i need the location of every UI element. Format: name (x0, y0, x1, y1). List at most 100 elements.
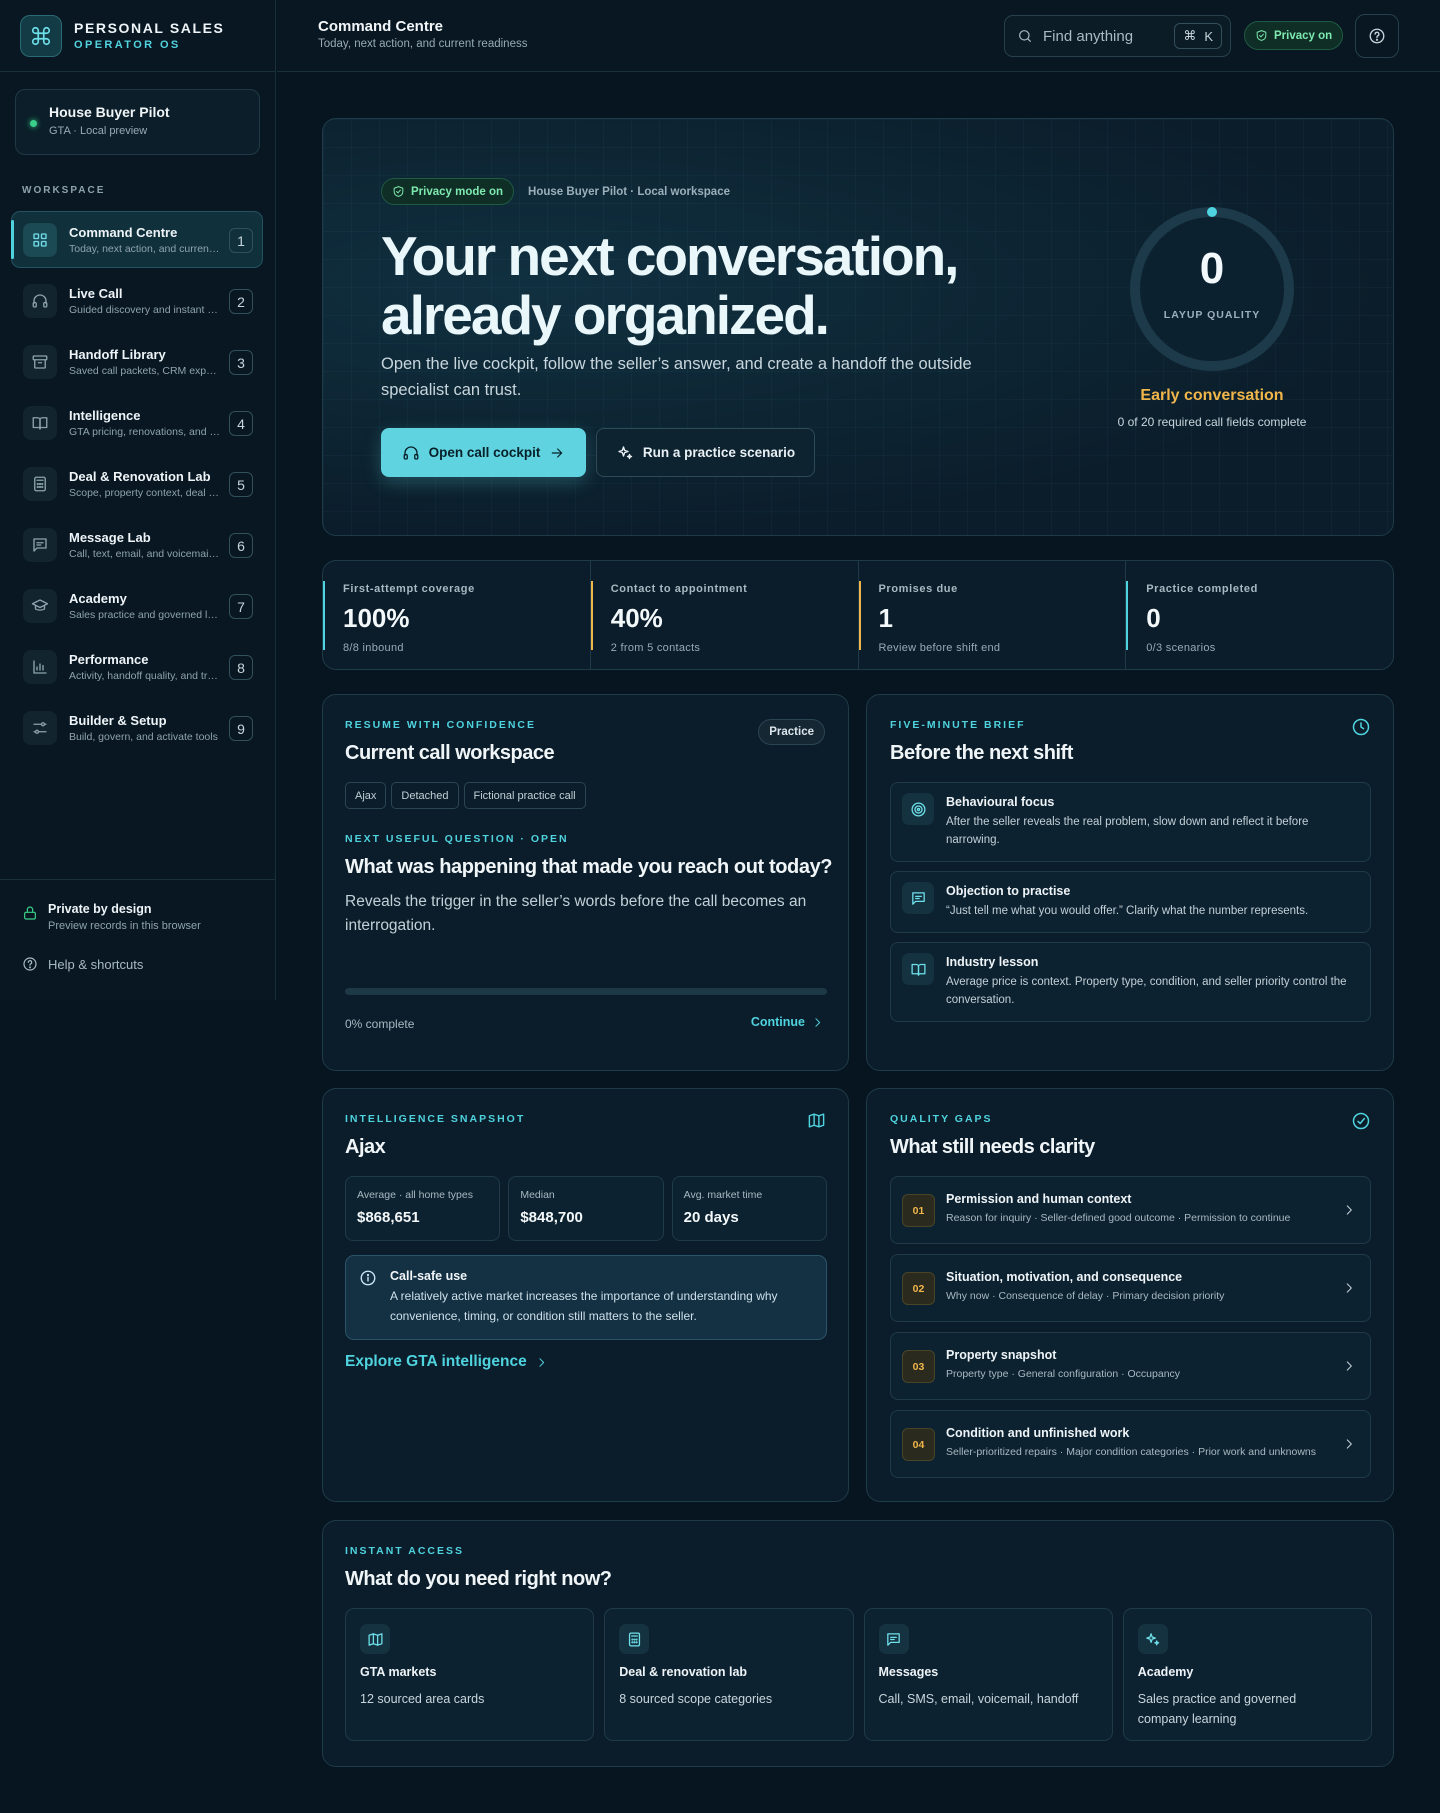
sidebar-item-description: Today, next action, and current readines… (69, 242, 221, 255)
privacy-subtitle: Preview records in this browser (48, 920, 201, 932)
help-shortcuts-link[interactable]: Help & shortcuts (22, 956, 276, 972)
call-tags: Ajax Detached Fictional practice call (345, 782, 848, 809)
stat-subtext: 8/8 inbound (343, 642, 404, 654)
privacy-toggle[interactable]: Privacy on (1244, 21, 1344, 50)
sidebar-item-description: Call, text, email, and voicemail scripts (69, 547, 221, 560)
brief-item: Behavioural focus After the seller reveal… (890, 782, 1371, 862)
lock-icon (22, 905, 38, 921)
access-tile-gta-markets[interactable]: GTA markets 12 sourced area cards (345, 1608, 595, 1741)
sidebar-item-handoff-library[interactable]: Handoff Library Saved call packets, CRM e… (11, 333, 263, 390)
open-call-cockpit-label: Open call cockpit (428, 445, 541, 460)
chevron-right-icon (1342, 1281, 1356, 1295)
shortcut-key-badge: 1 (229, 228, 253, 253)
archive-icon (23, 344, 57, 379)
quality-gap-item[interactable]: 02 Situation, motivation, and consequence… (890, 1254, 1371, 1322)
headphones-icon (402, 444, 420, 462)
open-call-cockpit-button[interactable]: Open call cockpit (381, 428, 586, 477)
sidebar-item-label: Builder & Setup (69, 712, 167, 728)
sidebar-item-builder-setup[interactable]: Builder & Setup Build, govern, and activa… (11, 699, 263, 756)
brief-item: Industry lesson Average price is context.… (890, 942, 1371, 1022)
card-kicker: FIVE-MINUTE BRIEF (890, 719, 1026, 731)
quality-gap-item[interactable]: 03 Property snapshot Property type · Gener… (890, 1332, 1371, 1400)
quality-gap-item[interactable]: 01 Permission and human context Reason for… (890, 1176, 1371, 1244)
stat-label: Promises due (878, 583, 958, 595)
run-practice-scenario-button[interactable]: Run a practice scenario (596, 428, 815, 477)
page-title: Command Centre (318, 18, 444, 35)
help-shortcuts-label: Help & shortcuts (48, 956, 144, 972)
sidebar-item-intelligence[interactable]: Intelligence GTA pricing, renovations, an… (11, 394, 263, 451)
stat-label: Practice completed (1146, 583, 1258, 595)
calculator-icon (619, 1624, 650, 1654)
call-tag: Ajax (345, 782, 387, 809)
section-label: WORKSPACE (22, 185, 106, 196)
access-grid: GTA markets 12 sourced area cards Deal & r… (345, 1608, 1372, 1741)
sidebar-item-live-call[interactable]: Live Call Guided discovery and instant no… (11, 272, 263, 329)
metric-label: Avg. market time (683, 1189, 763, 1201)
help-circle-icon (22, 956, 38, 972)
call-safe-title: Call-safe use (390, 1269, 468, 1283)
sidebar-item-label: Handoff Library (69, 346, 166, 362)
card-title: Before the next shift (890, 742, 1073, 764)
privacy-label: Privacy on (1274, 29, 1333, 42)
shortcut-key-badge: 4 (229, 411, 253, 436)
gap-number-badge: 04 (902, 1428, 935, 1461)
access-tile-title: Academy (1137, 1665, 1194, 1679)
stats-strip: First-attempt coverage 100% 8/8 inbound Con… (322, 560, 1394, 670)
stat-value: 100% (343, 603, 410, 633)
sidebar-item-message-lab[interactable]: Message Lab Call, text, email, and voicem… (11, 516, 263, 573)
shortcut-key: K (1204, 28, 1213, 44)
sidebar-item-deal-renovation-lab[interactable]: Deal & Renovation Lab Scope, property con… (11, 455, 263, 512)
gap-fields: Seller-prioritized repairs · Major condi… (946, 1446, 1316, 1458)
card-kicker: INTELLIGENCE SNAPSHOT (345, 1113, 526, 1125)
shortcut-key-badge: 6 (229, 533, 253, 558)
access-tile-description: 12 sourced area cards (360, 1692, 485, 1706)
sidebar-item-command-centre[interactable]: Command Centre Today, next action, and cu… (11, 211, 263, 268)
chevron-right-icon (1342, 1359, 1356, 1373)
workspace-switcher[interactable]: House Buyer Pilot GTA · Local preview (15, 89, 260, 155)
sidebar-item-description: Activity, handoff quality, and trends (69, 669, 221, 682)
command-symbol: ⌘ (1183, 28, 1197, 43)
sidebar-item-academy[interactable]: Academy Sales practice and governed learn… (11, 577, 263, 634)
stat-subtext: 2 from 5 contacts (610, 642, 701, 654)
target-icon (902, 793, 934, 825)
map-icon[interactable] (807, 1111, 826, 1130)
access-tile-description: Call, SMS, email, voicemail, handoff (878, 1692, 1079, 1706)
search-shortcut: ⌘ K (1174, 23, 1222, 49)
command-key-icon (20, 14, 62, 57)
continue-link[interactable]: Continue (751, 1015, 824, 1029)
access-tile-messages[interactable]: Messages Call, SMS, email, voicemail, han… (863, 1608, 1113, 1741)
message-icon (878, 1624, 909, 1654)
message-icon (23, 527, 57, 562)
stat-tile: First-attempt coverage 100% 8/8 inbound (323, 561, 591, 669)
gauge-description: 0 of 20 required call fields complete (1117, 415, 1307, 429)
layup-quality-gauge: 0 LAYUP QUALITY (1127, 204, 1297, 374)
brand[interactable]: PERSONAL SALES OPERATOR OS (0, 0, 275, 72)
search-input[interactable]: Find anything ⌘ K (1004, 15, 1231, 57)
gap-number-badge: 02 (902, 1272, 935, 1305)
metric-value: $868,651 (357, 1209, 420, 1226)
message-icon (902, 882, 934, 914)
access-tile-academy[interactable]: Academy Sales practice and governed compa… (1122, 1608, 1372, 1741)
sidebar-footer: Private by design Preview records in thi… (0, 879, 276, 972)
market-metric: Average · all home types $868,651 (345, 1176, 501, 1241)
info-icon (359, 1269, 377, 1287)
privacy-mode-badge: Privacy mode on (381, 178, 515, 205)
sidebar-item-performance[interactable]: Performance Activity, handoff quality, an… (11, 638, 263, 695)
sidebar-item-label: Intelligence (69, 407, 141, 423)
progress-bar (345, 988, 827, 995)
access-tile-title: GTA markets (360, 1665, 437, 1679)
calculator-icon (23, 466, 57, 501)
access-tile-deal-renovation-lab[interactable]: Deal & renovation lab 8 sourced scope cat… (604, 1608, 854, 1741)
metric-label: Median (520, 1189, 555, 1201)
quality-gap-item[interactable]: 04 Condition and unfinished work Seller-pr… (890, 1410, 1371, 1478)
explore-gta-intelligence-link[interactable]: Explore GTA intelligence (345, 1353, 848, 1371)
headphones-icon (23, 283, 57, 318)
call-tag: Fictional practice call (463, 782, 586, 809)
sliders-icon (23, 710, 57, 745)
help-button[interactable] (1355, 14, 1399, 58)
sidebar-item-label: Message Lab (69, 529, 151, 545)
current-call-workspace-card: RESUME WITH CONFIDENCE Current call work… (322, 694, 849, 1071)
card-title: What still needs clarity (890, 1136, 1095, 1158)
gap-fields: Reason for inquiry · Seller-defined good… (946, 1212, 1291, 1224)
sidebar-nav: Command Centre Today, next action, and cu… (11, 211, 263, 760)
